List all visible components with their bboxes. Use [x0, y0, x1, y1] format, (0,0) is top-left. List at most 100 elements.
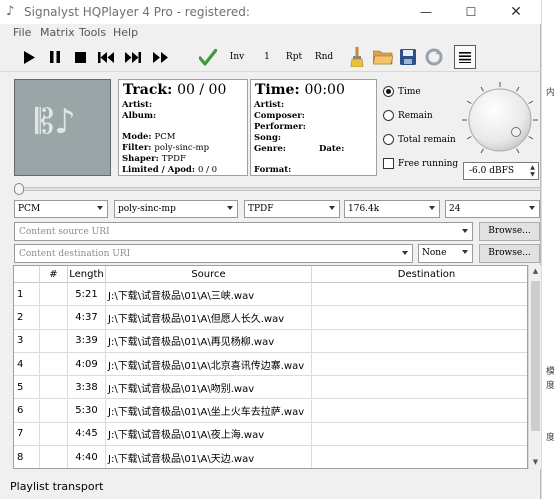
table-row[interactable]: 8 4:40 J:\下载\试音极品\01\A\天边.wav [14, 446, 527, 468]
row-length: 3:38 [68, 376, 106, 399]
free-running-checkbox[interactable]: Free running [383, 158, 458, 169]
table-row[interactable]: 4 4:09 J:\下载\试音极品\01\A\北京喜讯传边寨.wav [14, 352, 527, 377]
refresh-button[interactable] [422, 45, 446, 69]
apply-button[interactable] [196, 45, 220, 69]
hqplayer-window: ♪ Signalyst HQPlayer 4 Pro - registered:… [0, 0, 541, 499]
filter-select[interactable]: poly-sinc-mp [114, 200, 238, 218]
column-header-hash[interactable]: # [40, 266, 68, 283]
source-uri-input[interactable]: Content source URI [14, 222, 473, 241]
row-length: 4:37 [68, 306, 106, 329]
minimize-button[interactable]: — [404, 0, 448, 24]
playlist-table: # Length Source Destination 1 5:21 J:\下载\试… [13, 265, 528, 469]
menu-file[interactable]: File [13, 26, 31, 39]
music-note-icon: 𝄡♪ [35, 102, 76, 142]
status-text: Playlist transport [10, 480, 104, 493]
radio-time-button[interactable] [383, 86, 394, 97]
playlist-scrollbar[interactable]: ▲ ▼ [528, 265, 541, 469]
playlist-icon [459, 52, 471, 63]
volume-up-arrow-icon[interactable]: ▲ [528, 164, 537, 171]
check-icon [199, 48, 217, 66]
row-source: J:\下载\试音极品\01\A\但愿人长久.wav [106, 306, 312, 329]
volume-value: -6.0 dBFS [469, 166, 514, 176]
track-artist: Artist: [122, 100, 153, 110]
next-button[interactable] [121, 45, 145, 69]
volume-down-arrow-icon[interactable]: ▼ [528, 171, 537, 178]
mode-select[interactable]: PCM [14, 200, 108, 218]
repeat-button[interactable]: Rpt [282, 45, 306, 69]
radio-time[interactable]: Time [383, 86, 421, 97]
rate-select[interactable]: 176.4k [344, 200, 440, 218]
fast-forward-button[interactable] [148, 45, 172, 69]
save-button[interactable] [397, 45, 419, 69]
row-length: 5:21 [68, 283, 106, 306]
invert-button[interactable]: Inv [224, 45, 250, 69]
clear-button[interactable] [346, 45, 368, 69]
stop-button[interactable] [69, 45, 91, 69]
source-browse-button[interactable]: Browse... [479, 222, 540, 241]
chevron-down-icon [402, 251, 408, 255]
stop-icon [74, 51, 86, 63]
random-button[interactable]: Rnd [312, 45, 336, 69]
row-length: 3:39 [68, 329, 106, 352]
table-row[interactable]: 5 3:38 J:\下载\试音极品\01\A\吻别.wav [14, 376, 527, 400]
play-button[interactable] [18, 45, 40, 69]
table-row[interactable]: 7 4:45 J:\下载\试音极品\01\A\夜上海.wav [14, 422, 527, 447]
column-header-destination[interactable]: Destination [312, 266, 527, 283]
row-source: J:\下载\试音极品\01\A\夜上海.wav [106, 422, 312, 446]
row-number: 3 [14, 329, 40, 352]
row-number: 1 [14, 283, 40, 306]
window-title: Signalyst HQPlayer 4 Pro - registered: [24, 5, 250, 19]
dither-select[interactable]: None [418, 244, 473, 263]
track-shaper: Shaper: TPDF [122, 154, 186, 164]
close-button[interactable]: ✕ [494, 0, 538, 24]
destination-browse-button[interactable]: Browse... [479, 244, 540, 263]
bits-select[interactable]: 24 [445, 200, 540, 218]
radio-remain[interactable]: Remain [383, 110, 433, 121]
playlist-button[interactable] [454, 45, 476, 69]
volume-knob[interactable] [460, 80, 540, 160]
row-length: 4:40 [68, 446, 106, 468]
column-header-length[interactable]: Length [68, 266, 106, 283]
table-row[interactable]: 2 4:37 J:\下载\试音极品\01\A\但愿人长久.wav [14, 306, 527, 330]
playlist-header: # Length Source Destination [14, 266, 527, 283]
radio-remain-button[interactable] [383, 110, 394, 121]
single-button[interactable]: 1 [258, 45, 276, 69]
shaper-select[interactable]: TPDF [244, 200, 340, 218]
row-number: 7 [14, 422, 40, 446]
column-header-index[interactable] [14, 266, 40, 283]
toolbar: Inv 1 Rpt Rnd [0, 42, 541, 72]
menu-help[interactable]: Help [113, 26, 138, 39]
title-bar[interactable]: ♪ Signalyst HQPlayer 4 Pro - registered:… [0, 0, 541, 24]
time-info-panel: Time: 00:00 Artist: Composer: Performer:… [250, 79, 377, 176]
row-source: J:\下载\试音极品\01\A\天边.wav [106, 446, 312, 468]
row-source: J:\下载\试音极品\01\A\三峡.wav [106, 283, 312, 306]
chevron-down-icon [97, 206, 103, 210]
background-text: 模 [546, 367, 554, 377]
volume-knob-graphic [462, 82, 538, 154]
column-header-source[interactable]: Source [106, 266, 312, 283]
previous-button[interactable] [94, 45, 118, 69]
chevron-down-icon [329, 206, 335, 210]
seek-bar[interactable] [14, 187, 541, 191]
previous-icon [98, 51, 114, 63]
pause-button[interactable] [44, 45, 66, 69]
app-icon: ♪ [6, 4, 15, 19]
menu-matrix[interactable]: Matrix [40, 26, 75, 39]
radio-total-remain[interactable]: Total remain [383, 134, 456, 145]
maximize-button[interactable]: ☐ [449, 0, 493, 24]
seek-handle[interactable] [14, 183, 24, 195]
track-info-panel: Track: 00 / 00 Artist: Album: Mode: PCM … [118, 79, 248, 176]
radio-total-remain-button[interactable] [383, 134, 394, 145]
table-row[interactable]: 6 5:30 J:\下载\试音极品\01\A\坐上火车去拉萨.wav [14, 399, 527, 423]
row-destination [312, 376, 527, 398]
invert-label: Inv [229, 52, 245, 62]
destination-uri-input[interactable]: Content destination URI [14, 244, 413, 263]
table-row[interactable]: 1 5:21 J:\下载\试音极品\01\A\三峡.wav [14, 283, 527, 307]
volume-spinbox[interactable]: -6.0 dBFS ▲ ▼ [463, 162, 539, 180]
free-running-box[interactable] [383, 158, 394, 169]
menu-tools[interactable]: Tools [79, 26, 106, 39]
scrollbar-thumb[interactable] [531, 281, 540, 431]
open-folder-button[interactable] [371, 45, 395, 69]
table-row[interactable]: 3 3:39 J:\下载\试音极品\01\A\再见杨柳.wav [14, 329, 527, 353]
track-limited: Limited / Apod: 0 / 0 [122, 165, 218, 175]
